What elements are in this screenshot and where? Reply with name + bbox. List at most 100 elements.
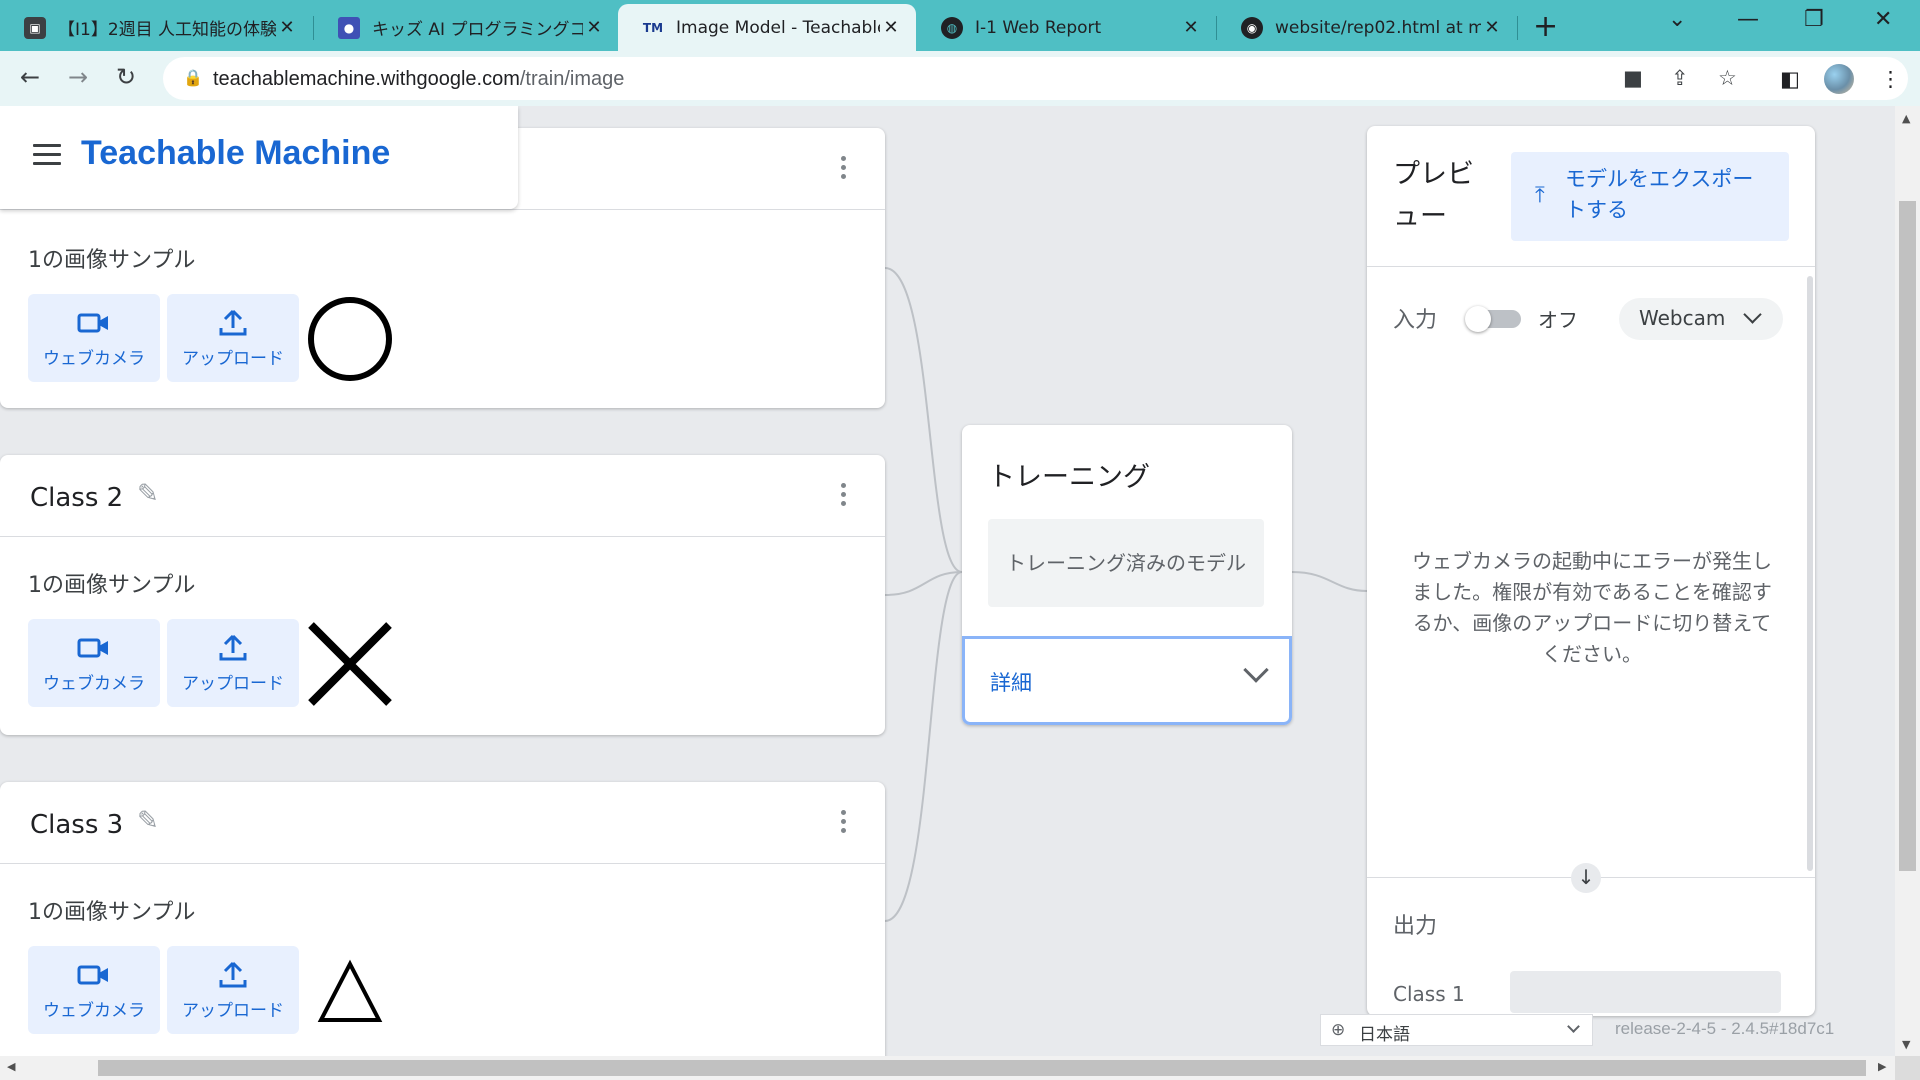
close-window-icon[interactable]: ✕ — [1874, 7, 1892, 32]
scroll-right-icon[interactable]: ▶ — [1878, 1060, 1886, 1073]
lock-icon[interactable]: 🔒 — [183, 68, 203, 87]
browser-toolbar: ← → ↻ 🔒 teachablemachine.withgoogle.com/… — [0, 51, 1920, 106]
upload-icon — [219, 961, 247, 987]
webcam-label: ウェブカメラ — [43, 673, 145, 694]
reload-icon[interactable]: ↻ — [116, 63, 136, 91]
input-source-value: Webcam — [1639, 306, 1726, 330]
edit-pencil-icon[interactable]: ✎ — [137, 479, 159, 509]
more-options-icon[interactable] — [841, 810, 847, 837]
class-name[interactable]: Class 3 — [30, 810, 123, 840]
preview-title: プレビュー — [1393, 159, 1474, 232]
scrollbar-thumb[interactable] — [1899, 201, 1916, 871]
classroom-icon: ▣ — [24, 16, 46, 39]
tab-close-icon[interactable]: ✕ — [1180, 17, 1202, 38]
input-label: 入力 — [1393, 308, 1438, 333]
teachable-machine-icon: TM — [642, 20, 664, 35]
upload-icon — [219, 634, 247, 660]
webcam-icon — [77, 638, 108, 657]
tab-search-icon[interactable]: ⌄ — [1668, 7, 1686, 32]
sample-thumbnail-circle[interactable] — [305, 294, 395, 384]
menu-icon[interactable] — [33, 144, 61, 166]
preview-scrollbar[interactable] — [1807, 276, 1813, 871]
app-header: Teachable Machine — [0, 106, 518, 209]
camera-blocked-icon[interactable]: ■ — [1623, 66, 1643, 90]
input-source-select[interactable]: Webcam — [1619, 298, 1783, 340]
scrollbar-corner — [1895, 1056, 1920, 1080]
scroll-left-icon[interactable]: ◀ — [7, 1060, 15, 1073]
connector-class1 — [884, 267, 963, 573]
webcam-button[interactable]: ウェブカメラ — [28, 619, 160, 707]
output-confidence-bar — [1510, 971, 1781, 1013]
scrollbar-thumb[interactable] — [98, 1060, 1866, 1076]
webcam-icon — [77, 313, 108, 332]
browser-tab-3-active[interactable]: TM Image Model - Teachable ✕ — [618, 4, 916, 51]
sample-count: 1の画像サンプル — [28, 900, 196, 925]
restore-icon[interactable]: ❐ — [1804, 7, 1824, 32]
toggle-knob — [1465, 306, 1491, 332]
page-vertical-scrollbar[interactable]: ▲ ▼ — [1895, 106, 1920, 1056]
sample-thumbnail-cross[interactable] — [305, 619, 395, 709]
browser-tabstrip: ▣ 【I1】2週目 人工知能の体験 ✕ ● キッズ AI プログラミングコンテス… — [0, 0, 1920, 51]
connector-preview — [1291, 571, 1368, 592]
teachable-machine-app: Teachable Machine 1の画像サンプル ウェブカメラ アップロード… — [0, 106, 1895, 1056]
forward-icon[interactable]: → — [68, 63, 88, 91]
scroll-down-icon[interactable]: ▼ — [1902, 1038, 1910, 1051]
tab-close-icon[interactable]: ✕ — [1481, 17, 1503, 38]
webcam-button[interactable]: ウェブカメラ — [28, 294, 160, 382]
tab-close-icon[interactable]: ✕ — [583, 17, 605, 38]
page-horizontal-scrollbar[interactable]: ◀ ▶ — [0, 1056, 1895, 1080]
globe-icon: ⊕ — [1331, 1020, 1346, 1040]
input-toggle[interactable] — [1465, 306, 1521, 332]
output-label: 出力 — [1393, 914, 1438, 939]
release-version: release-2-4-5 - 2.4.5#18d7c1 — [1615, 1019, 1835, 1038]
output-class-name: Class 1 — [1393, 982, 1465, 1006]
preview-panel: プレビュー ⤒ モデルをエクスポートする 入力 オフ Webcam ウェブカメラ… — [1367, 126, 1815, 1016]
sample-count: 1の画像サンプル — [28, 573, 196, 598]
share-icon[interactable]: ⇪ — [1671, 66, 1689, 90]
profile-avatar[interactable] — [1824, 64, 1854, 94]
class-name[interactable]: Class 2 — [30, 483, 123, 513]
edit-pencil-icon[interactable]: ✎ — [137, 806, 159, 836]
webcam-label: ウェブカメラ — [43, 1000, 145, 1021]
chevron-down-icon — [1567, 1020, 1580, 1033]
upload-button[interactable]: アップロード — [167, 294, 299, 382]
browser-menu-icon[interactable]: ⋮ — [1880, 67, 1901, 91]
github-icon: ◉ — [1241, 16, 1263, 39]
tab-title: キッズ AI プログラミングコンテスト — [372, 20, 583, 40]
connector-class2 — [884, 571, 963, 596]
side-panel-icon[interactable]: ◧ — [1780, 67, 1800, 91]
train-model-button[interactable]: トレーニング済みのモデル — [988, 519, 1264, 607]
webcam-label: ウェブカメラ — [43, 348, 145, 369]
export-icon: ⤒ — [1535, 183, 1545, 208]
browser-tab-5[interactable]: ◉ website/rep02.html at ma ✕ — [1217, 4, 1517, 51]
browser-tab-1[interactable]: ▣ 【I1】2週目 人工知能の体験 ✕ — [0, 4, 312, 51]
new-tab-button[interactable]: + — [1533, 9, 1558, 44]
language-value: 日本語 — [1359, 1025, 1410, 1045]
class-card-header: Class 2 ✎ — [0, 455, 885, 537]
url-host: teachablemachine.withgoogle.com — [213, 68, 520, 90]
tab-close-icon[interactable]: ✕ — [880, 17, 902, 38]
upload-button[interactable]: アップロード — [167, 946, 299, 1034]
tab-close-icon[interactable]: ✕ — [276, 17, 298, 38]
back-icon[interactable]: ← — [20, 63, 40, 91]
bookmark-star-icon[interactable]: ☆ — [1718, 66, 1737, 90]
scroll-up-icon[interactable]: ▲ — [1902, 112, 1910, 125]
browser-tab-2[interactable]: ● キッズ AI プログラミングコンテスト ✕ — [314, 4, 619, 51]
sample-thumbnail-triangle[interactable] — [305, 946, 395, 1036]
minimize-icon[interactable]: — — [1737, 7, 1759, 32]
advanced-toggle[interactable]: 詳細 — [962, 636, 1292, 725]
webcam-button[interactable]: ウェブカメラ — [28, 946, 160, 1034]
export-model-button[interactable]: ⤒ モデルをエクスポートする — [1511, 152, 1789, 241]
more-options-icon[interactable] — [841, 483, 847, 510]
contest-icon: ● — [338, 16, 360, 39]
export-label: モデルをエクスポートする — [1565, 167, 1754, 222]
upload-button[interactable]: アップロード — [167, 619, 299, 707]
chevron-down-icon — [1743, 305, 1762, 324]
language-select[interactable]: ⊕ 日本語 — [1320, 1014, 1593, 1046]
arrow-down-icon[interactable]: ↓ — [1571, 863, 1601, 893]
url-text[interactable]: teachablemachine.withgoogle.com/train/im… — [213, 68, 624, 91]
address-bar[interactable]: 🔒 teachablemachine.withgoogle.com/train/… — [163, 57, 1908, 100]
divider — [1367, 266, 1815, 267]
more-options-icon[interactable] — [841, 156, 847, 183]
browser-tab-4[interactable]: ◍ I-1 Web Report ✕ — [917, 4, 1216, 51]
